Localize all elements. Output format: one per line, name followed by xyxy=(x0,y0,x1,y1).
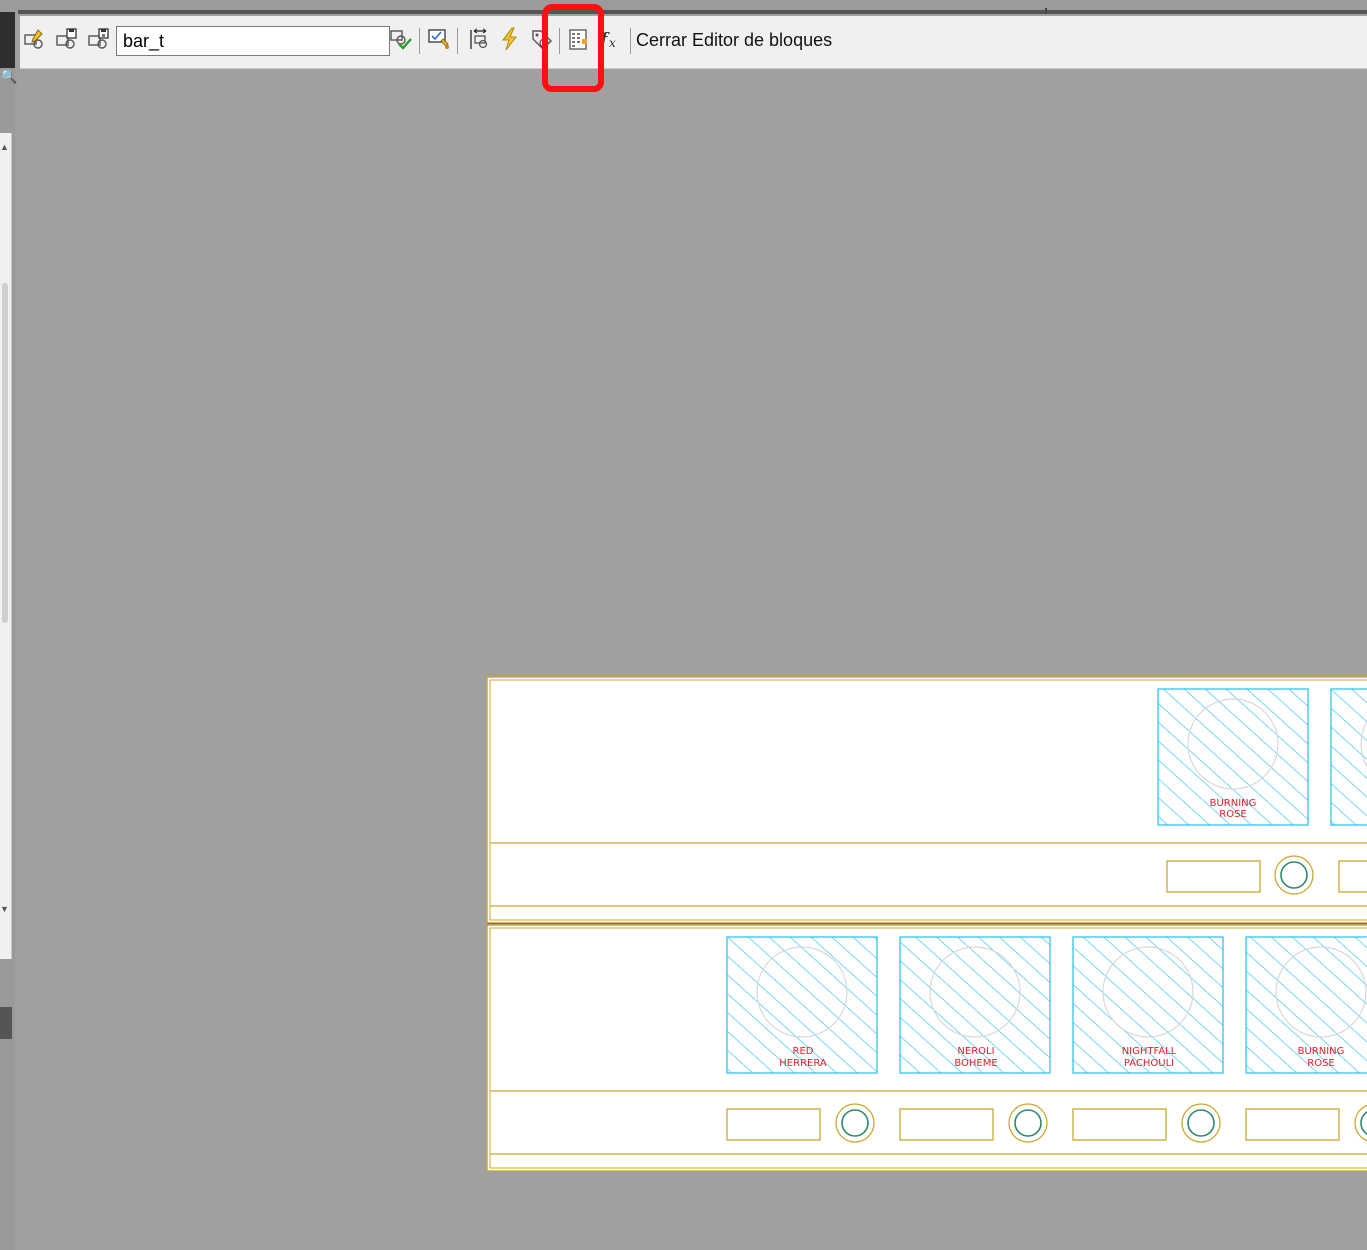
tile-label-line1: RED xyxy=(793,1046,814,1057)
tile-bottom-3[interactable]: NIGHTFALL PACHOULI xyxy=(1072,936,1224,1074)
tile-label-line1: NIGHTFALL xyxy=(1122,1046,1177,1057)
tile-top-2-partial[interactable] xyxy=(1330,688,1367,826)
tile-bottom-2[interactable]: NEROLI BOHEME xyxy=(899,936,1051,1074)
tile-top-1[interactable]: BURNING ROSE xyxy=(1157,688,1309,826)
tile-label-line2: PACHOULI xyxy=(1124,1058,1174,1069)
tile-bottom-4[interactable]: BURNING ROSE xyxy=(1245,936,1367,1074)
tile-bottom-1[interactable]: RED HERRERA xyxy=(726,936,878,1074)
tile-label-line2: ROSE xyxy=(1219,809,1247,820)
tile-label-line1: BURNING xyxy=(1298,1046,1345,1057)
tile-label-line2: ROSE xyxy=(1307,1058,1335,1069)
tile-label-line1: BURNING xyxy=(1210,798,1257,809)
tile-label-line2: HERRERA xyxy=(779,1058,827,1069)
drawing-canvas[interactable]: BURNING ROSE RED HERRERA NEROLI BOHEME N… xyxy=(0,0,1367,1250)
tile-label-line1: NEROLI xyxy=(957,1046,994,1057)
tile-label-line2: BOHEME xyxy=(954,1058,997,1069)
